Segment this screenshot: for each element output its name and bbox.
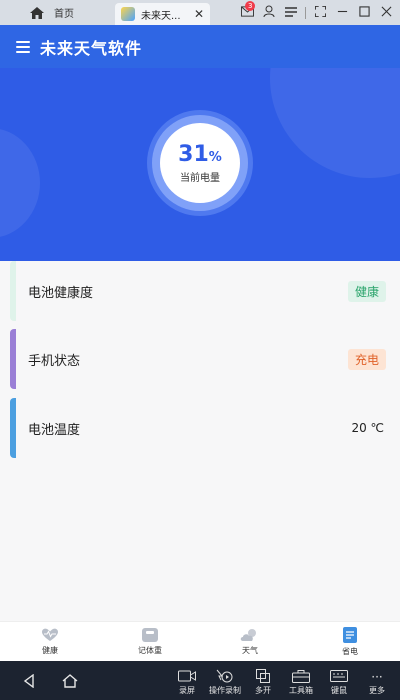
multi-instance-button[interactable]: 多开 [244, 669, 282, 700]
row-stripe [10, 261, 16, 321]
app-header: 未来天气软件 [0, 25, 400, 68]
toolbox-button[interactable]: 工具箱 [282, 670, 320, 700]
weather-icon [240, 628, 256, 641]
battery-doc-icon [343, 626, 357, 643]
row-stripe [10, 329, 16, 389]
row-phone-status[interactable]: 手机状态 充电 [10, 329, 400, 389]
screenshot-button[interactable] [312, 5, 328, 20]
row-label: 手机状态 [28, 353, 81, 369]
screenshot-icon [314, 5, 326, 17]
hamburger-menu-icon[interactable] [16, 40, 30, 53]
user-icon [263, 5, 275, 18]
tab-weather-app[interactable]: 未来天... ✕ [115, 3, 210, 25]
nav-label: 记体重 [138, 645, 162, 655]
menu-button[interactable] [283, 6, 299, 20]
minimize-icon [337, 10, 347, 12]
battery-hero: 31% 当前电量 [0, 68, 400, 261]
keyboard-mouse-button[interactable]: 键鼠 [320, 670, 358, 700]
row-label: 电池温度 [28, 422, 81, 438]
macro-record-button[interactable]: 操作录制 [206, 669, 244, 700]
video-camera-icon [178, 670, 196, 682]
notification-badge: 3 [245, 0, 256, 11]
maximize-button[interactable] [356, 5, 372, 20]
toolbox-items: 录屏 操作录制 多开 工具箱 键鼠 ··· 更多 [168, 661, 400, 700]
bottom-nav: 健康 记体重 天气 省电 [0, 621, 400, 661]
sys-item-label: 键鼠 [331, 686, 347, 695]
more-button[interactable]: ··· 更多 [358, 670, 396, 700]
status-badge: 健康 [347, 280, 386, 302]
macro-record-icon [216, 669, 233, 683]
minimize-button[interactable] [334, 6, 350, 20]
nav-label: 健康 [42, 645, 58, 655]
app-icon [121, 7, 135, 21]
sys-item-label: 录屏 [179, 686, 195, 695]
sys-item-label: 操作录制 [209, 686, 241, 695]
toolbox-icon [292, 670, 310, 683]
heartbeat-icon [42, 628, 58, 641]
record-screen-button[interactable]: 录屏 [168, 670, 206, 700]
decor-circle [270, 68, 400, 178]
close-icon [381, 6, 391, 16]
home-icon[interactable] [62, 673, 78, 688]
keyboard-icon [330, 670, 348, 682]
row-stripe [10, 398, 16, 458]
tab-close-icon[interactable]: ✕ [194, 7, 204, 21]
nav-power-saving[interactable]: 省电 [300, 622, 400, 661]
status-badge: 充电 [347, 348, 386, 370]
back-icon[interactable] [22, 673, 36, 688]
nav-label: 天气 [242, 645, 258, 655]
mail-button[interactable]: 3 [239, 0, 256, 20]
battery-dial: 31% 当前电量 [160, 123, 240, 203]
window-controls: 3 [239, 0, 400, 20]
sys-item-label: 工具箱 [289, 686, 313, 695]
row-label: 电池健康度 [28, 285, 94, 301]
nav-weather[interactable]: 天气 [200, 622, 300, 661]
user-button[interactable] [261, 5, 277, 20]
temperature-value: 20 ℃ [351, 421, 384, 435]
tab-home-label: 首页 [54, 9, 74, 20]
scale-icon [142, 627, 158, 642]
nav-health[interactable]: 健康 [0, 622, 100, 661]
divider [305, 6, 306, 19]
emulator-topbar: 首页 未来天... ✕ 3 [0, 0, 400, 25]
maximize-icon [358, 5, 370, 17]
battery-level: 31% [178, 142, 222, 167]
system-bar: 录屏 操作录制 多开 工具箱 键鼠 ··· 更多 [0, 661, 400, 700]
home-icon [30, 6, 44, 19]
sys-item-label: 更多 [369, 686, 385, 695]
multi-window-icon [256, 669, 270, 683]
system-nav [0, 673, 78, 688]
battery-info-list: 电池健康度 健康 手机状态 充电 电池温度 20 ℃ [0, 261, 400, 621]
battery-level-label: 当前电量 [180, 173, 220, 184]
decor-circle [0, 128, 40, 238]
app-title: 未来天气软件 [40, 38, 143, 58]
more-icon: ··· [371, 670, 383, 684]
tab-home[interactable]: 首页 [0, 0, 115, 25]
nav-weight[interactable]: 记体重 [100, 622, 200, 661]
row-battery-health[interactable]: 电池健康度 健康 [10, 261, 400, 321]
nav-label: 省电 [342, 646, 358, 656]
tab-weather-app-label: 未来天... [141, 10, 181, 22]
close-button[interactable] [378, 6, 394, 20]
menu-icon [285, 6, 297, 17]
sys-item-label: 多开 [255, 686, 271, 695]
row-battery-temperature[interactable]: 电池温度 20 ℃ [10, 398, 400, 458]
